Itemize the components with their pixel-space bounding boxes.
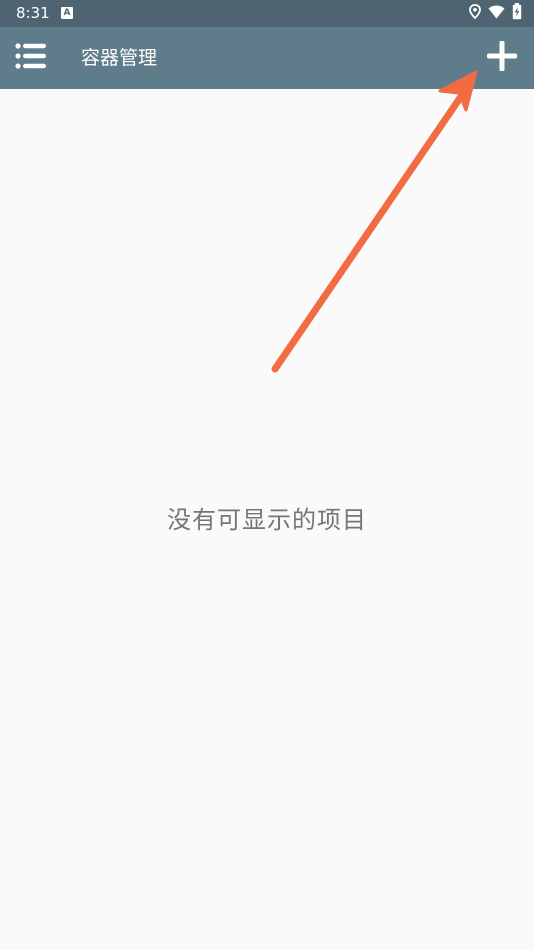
plus-icon	[486, 40, 518, 76]
battery-charging-icon	[512, 3, 522, 24]
add-button[interactable]	[478, 34, 526, 82]
status-bar: 8:31 A	[0, 0, 534, 27]
main-content: 没有可显示的项目	[0, 89, 534, 950]
page-title: 容器管理	[81, 47, 158, 69]
menu-button[interactable]	[8, 36, 54, 80]
empty-state-message: 没有可显示的项目	[167, 506, 367, 534]
location-icon	[469, 4, 481, 23]
status-time: 8:31	[16, 4, 50, 22]
status-icons	[469, 3, 522, 24]
wifi-icon	[488, 4, 505, 23]
a-notification-icon: A	[61, 7, 73, 19]
app-toolbar: 容器管理	[0, 27, 534, 89]
list-menu-icon	[15, 43, 47, 73]
